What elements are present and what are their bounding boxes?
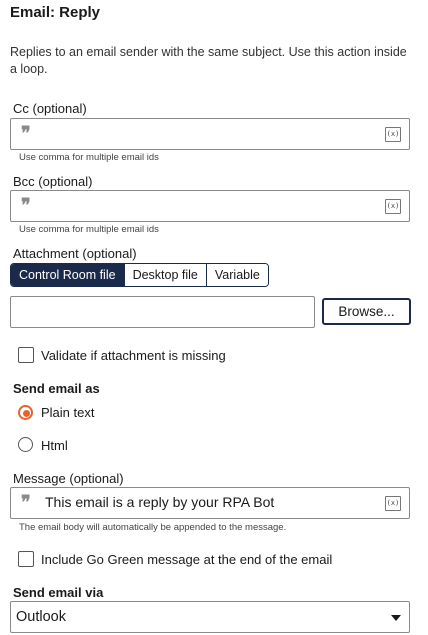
cc-hint: Use comma for multiple email ids: [19, 152, 159, 163]
send-via-select[interactable]: Outlook: [10, 601, 410, 633]
validate-attachment-label: Validate if attachment is missing: [41, 348, 226, 363]
insert-variable-icon[interactable]: (x): [385, 199, 401, 214]
html-label: Html: [41, 438, 68, 453]
bcc-field[interactable]: ❞ (x): [10, 190, 410, 222]
go-green-checkbox[interactable]: [18, 551, 34, 567]
tab-variable[interactable]: Variable: [205, 264, 268, 286]
quote-icon: ❞: [21, 123, 31, 144]
panel-description: Replies to an email sender with the same…: [10, 45, 407, 76]
message-hint: The email body will automatically be app…: [19, 522, 287, 533]
message-field[interactable]: ❞ This email is a reply by your RPA Bot …: [10, 487, 410, 519]
message-label: Message (optional): [13, 471, 124, 486]
radio-plain-text[interactable]: [18, 405, 33, 420]
attachment-label: Attachment (optional): [13, 246, 137, 261]
quote-icon: ❞: [21, 195, 31, 216]
cc-field[interactable]: ❞ (x): [10, 118, 410, 150]
send-via-value: Outlook: [16, 609, 66, 625]
browse-button[interactable]: Browse...: [322, 298, 411, 325]
cc-label: Cc (optional): [13, 101, 87, 116]
quote-icon: ❞: [21, 492, 31, 513]
chevron-down-icon: [391, 615, 401, 621]
insert-variable-icon[interactable]: (x): [385, 496, 401, 511]
attachment-path-input[interactable]: [10, 296, 315, 328]
go-green-label: Include Go Green message at the end of t…: [41, 552, 333, 567]
send-via-label: Send email via: [13, 585, 104, 600]
attachment-source-toggle: Control Room file Desktop file Variable: [10, 263, 269, 287]
radio-html[interactable]: [18, 437, 33, 452]
plain-text-label: Plain text: [41, 405, 95, 420]
bcc-label: Bcc (optional): [13, 174, 93, 189]
send-as-label: Send email as: [13, 381, 100, 396]
validate-attachment-checkbox[interactable]: [18, 347, 34, 363]
message-value: This email is a reply by your RPA Bot: [45, 494, 275, 510]
bcc-hint: Use comma for multiple email ids: [19, 224, 159, 235]
insert-variable-icon[interactable]: (x): [385, 127, 401, 142]
tab-control-room-file[interactable]: Control Room file: [11, 264, 124, 286]
tab-desktop-file[interactable]: Desktop file: [123, 264, 206, 286]
panel-title: Email: Reply: [10, 4, 101, 21]
